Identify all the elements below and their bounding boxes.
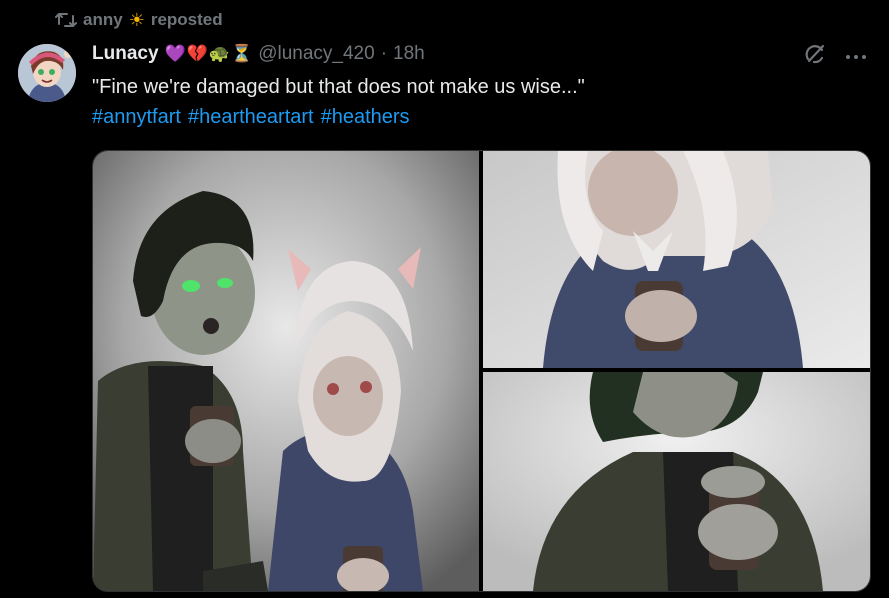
turtle-emoji: 🐢 <box>208 44 231 63</box>
tweet-text: "Fine we're damaged but that does not ma… <box>92 76 585 98</box>
hourglass-emoji: ⏳ <box>231 44 253 63</box>
reposter-name[interactable]: anny <box>83 10 123 30</box>
repost-icon <box>55 10 77 30</box>
avatar[interactable] <box>18 44 76 102</box>
reposted-label: reposted <box>150 10 223 29</box>
hashtag-heartheartart[interactable]: #heartheartart <box>188 103 314 131</box>
media-image-left[interactable] <box>93 151 479 591</box>
separator-dot: · <box>380 43 388 64</box>
grok-icon[interactable] <box>803 42 827 71</box>
name-emojis: 💜 💔 🐢 ⏳ <box>165 44 253 64</box>
tweet-header: Lunacy 💜 💔 🐢 ⏳ @lunacy_420 · 18h <box>92 40 425 68</box>
handle[interactable]: @lunacy_420 <box>258 43 374 65</box>
repost-header[interactable]: anny ☀ reposted <box>55 8 223 32</box>
hashtag-annytfart[interactable]: #annytfart <box>92 103 181 131</box>
hashtags: #annytfart #heartheartart #heathers <box>92 103 410 131</box>
broken-heart-emoji: 💔 <box>186 44 208 63</box>
media-image-top-right[interactable] <box>483 151 870 368</box>
timestamp[interactable]: 18h <box>393 43 425 65</box>
display-name[interactable]: Lunacy <box>92 43 159 65</box>
purple-heart-emoji: 💜 <box>164 44 186 63</box>
media-grid <box>92 150 871 592</box>
sun-emoji: ☀ <box>128 10 145 30</box>
media-image-bottom-right[interactable] <box>483 372 870 591</box>
more-icon[interactable] <box>845 48 867 66</box>
top-actions <box>803 42 867 71</box>
hashtag-heathers[interactable]: #heathers <box>321 103 410 131</box>
